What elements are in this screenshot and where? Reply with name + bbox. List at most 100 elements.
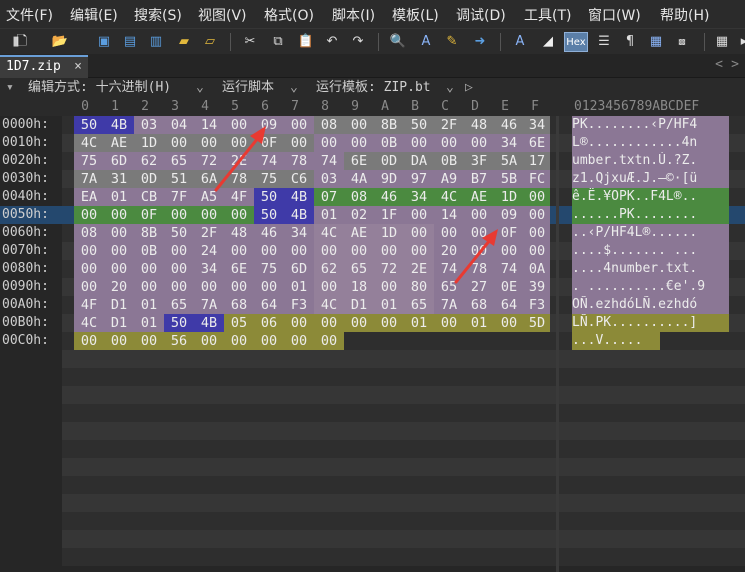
hex-byte[interactable]: 00 xyxy=(254,242,284,260)
open-folder2-icon[interactable]: ▰ xyxy=(174,32,194,52)
hex-byte[interactable]: 80 xyxy=(404,278,434,296)
hex-byte[interactable]: 2F xyxy=(194,224,224,242)
hex-byte[interactable]: 6E xyxy=(524,134,550,152)
hex-byte[interactable]: 00 xyxy=(404,134,434,152)
hex-byte[interactable]: 03 xyxy=(134,116,164,134)
hex-byte[interactable]: 09 xyxy=(494,206,524,224)
hex-editor-area[interactable]: 0000h: 50 4B 03 04 14 00 09 00 08 00 8B 50 2F 48 46 34 PK… xyxy=(0,116,745,572)
hex-byte[interactable]: 00 xyxy=(284,332,314,350)
hex-byte[interactable]: DA xyxy=(404,152,434,170)
hex-byte[interactable]: 50 xyxy=(254,206,284,224)
hex-byte[interactable]: D1 xyxy=(344,296,374,314)
hex-byte[interactable]: 78 xyxy=(464,260,494,278)
hex-byte[interactable]: 00 xyxy=(74,242,104,260)
hex-byte[interactable]: 00 xyxy=(194,332,224,350)
hex-byte[interactable]: 0B xyxy=(374,134,404,152)
hex-byte[interactable]: 72 xyxy=(194,152,224,170)
hex-byte[interactable]: 00 xyxy=(524,242,550,260)
hex-byte[interactable]: 6D xyxy=(284,260,314,278)
hex-byte[interactable]: 00 xyxy=(374,314,404,332)
paste-icon[interactable]: 📋 xyxy=(296,32,316,52)
hex-byte[interactable]: 01 xyxy=(374,296,404,314)
hex-byte[interactable]: 01 xyxy=(284,278,314,296)
hex-byte[interactable]: A5 xyxy=(194,188,224,206)
hex-byte[interactable]: 00 xyxy=(134,332,164,350)
hex-byte[interactable]: 06 xyxy=(254,314,284,332)
hex-byte[interactable]: 00 xyxy=(434,224,464,242)
save-as-icon[interactable]: ▤ xyxy=(120,32,140,52)
hex-byte[interactable]: 20 xyxy=(104,278,134,296)
hex-byte[interactable]: 00 xyxy=(404,224,434,242)
run-template-chevron-icon[interactable]: ⌄ xyxy=(446,78,454,98)
hex-byte[interactable]: 00 xyxy=(194,134,224,152)
hex-byte[interactable]: 01 xyxy=(404,314,434,332)
hex-byte[interactable]: 18 xyxy=(344,278,374,296)
menu-item-1[interactable]: 编辑(E) xyxy=(70,5,118,25)
hex-mode-icon[interactable]: Hex xyxy=(564,32,588,52)
hex-byte[interactable]: 00 xyxy=(284,116,314,134)
hex-byte[interactable]: 4C xyxy=(314,224,344,242)
calculator-icon[interactable]: ▦ xyxy=(712,32,732,52)
hex-byte[interactable]: 4B xyxy=(284,188,314,206)
hex-byte[interactable]: 00 xyxy=(74,260,104,278)
undo-icon[interactable]: ↶ xyxy=(322,32,342,52)
hex-byte[interactable]: 00 xyxy=(74,278,104,296)
copy-icon[interactable]: ⧉ xyxy=(268,32,288,52)
hex-byte[interactable]: 00 xyxy=(224,242,254,260)
new-file-icon[interactable]: 🗋 xyxy=(12,32,32,52)
hex-byte[interactable]: 56 xyxy=(164,332,194,350)
hex-byte[interactable]: 6E xyxy=(224,260,254,278)
hex-byte[interactable]: 51 xyxy=(164,170,194,188)
hex-byte[interactable]: 00 xyxy=(284,242,314,260)
hex-byte[interactable]: 0E xyxy=(494,278,524,296)
hex-byte[interactable]: 00 xyxy=(224,206,254,224)
hex-byte[interactable]: 75 xyxy=(254,260,284,278)
run-script-chevron-icon[interactable]: ⌄ xyxy=(290,78,298,98)
hex-byte[interactable]: 65 xyxy=(434,278,464,296)
ascii-row[interactable]: ......PK........ xyxy=(572,206,729,224)
hex-byte[interactable]: 01 xyxy=(314,206,344,224)
hex-byte[interactable]: 00 xyxy=(164,278,194,296)
hex-byte[interactable]: 00 xyxy=(254,278,284,296)
hex-byte[interactable]: 4C xyxy=(314,296,344,314)
hex-byte[interactable]: 00 xyxy=(344,134,374,152)
replace-icon[interactable]: A xyxy=(416,32,436,52)
hex-byte[interactable]: AE xyxy=(344,224,374,242)
hex-byte[interactable]: 50 xyxy=(404,116,434,134)
redo-icon[interactable]: ↷ xyxy=(348,32,368,52)
hex-byte[interactable]: 01 xyxy=(134,314,164,332)
ascii-row[interactable]: ...V..... xyxy=(572,332,661,350)
hex-byte[interactable]: 00 xyxy=(494,242,524,260)
hex-byte[interactable]: 00 xyxy=(344,242,374,260)
hex-byte[interactable]: 48 xyxy=(464,116,494,134)
hex-byte[interactable]: 00 xyxy=(314,134,344,152)
ascii-row[interactable]: z1.QjxuÆ.J.—©·[ü xyxy=(572,170,729,188)
hex-byte[interactable]: CB xyxy=(134,188,164,206)
hex-byte[interactable]: 4C xyxy=(434,188,464,206)
hex-byte[interactable]: 46 xyxy=(374,188,404,206)
hex-byte[interactable]: AE xyxy=(464,188,494,206)
hex-byte[interactable]: 00 xyxy=(464,224,494,242)
hex-byte[interactable]: 5B xyxy=(494,170,524,188)
hex-byte[interactable]: 14 xyxy=(194,116,224,134)
ascii-row[interactable]: ....4number.txt. xyxy=(572,260,729,278)
hex-byte[interactable]: 97 xyxy=(404,170,434,188)
hex-byte[interactable]: F3 xyxy=(284,296,314,314)
hex-byte[interactable]: 01 xyxy=(104,188,134,206)
hex-byte[interactable]: 0F xyxy=(134,206,164,224)
hex-byte[interactable]: 00 xyxy=(464,242,494,260)
ascii-row[interactable]: ....$....... ... xyxy=(572,242,729,260)
open-folder-icon[interactable]: 📂 xyxy=(50,32,70,52)
hex-byte[interactable]: 14 xyxy=(434,206,464,224)
hex-byte[interactable]: 1D xyxy=(374,224,404,242)
hex-byte[interactable]: 8B xyxy=(134,224,164,242)
hex-byte[interactable]: 7A xyxy=(194,296,224,314)
columns-icon[interactable]: ▦ xyxy=(646,32,666,52)
hex-byte[interactable]: 00 xyxy=(104,224,134,242)
find-icon[interactable]: 🔍 xyxy=(388,32,408,52)
hex-byte[interactable]: 72 xyxy=(374,260,404,278)
hex-byte[interactable]: 6E xyxy=(344,152,374,170)
hex-byte[interactable]: 65 xyxy=(344,260,374,278)
hex-byte[interactable]: 17 xyxy=(524,152,550,170)
hex-byte[interactable]: 00 xyxy=(284,314,314,332)
